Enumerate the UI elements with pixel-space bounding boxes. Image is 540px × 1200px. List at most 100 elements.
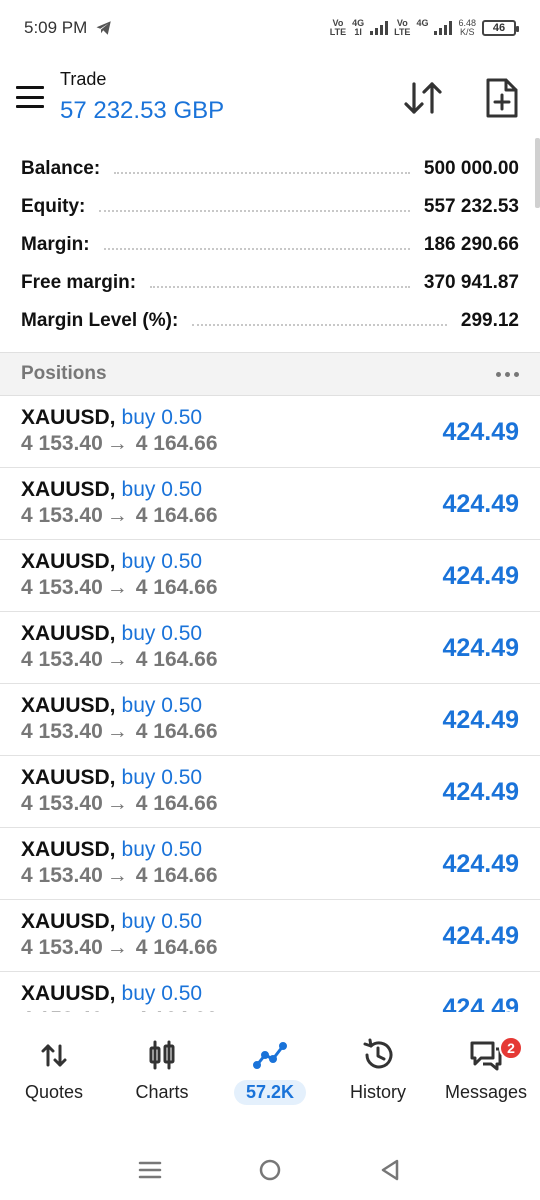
history-icon (363, 1038, 393, 1069)
nav-messages[interactable]: 2 Messages (432, 1030, 540, 1110)
position-side: buy 0.50 (121, 622, 203, 645)
position-row[interactable]: XAUUSD,buy 0.504 153.40→4 164.66424.49 (0, 828, 540, 900)
positions-title: Positions (21, 363, 107, 384)
network-speed: 6.48 K/S (458, 18, 476, 37)
summary-row-free-margin: Free margin: 370 941.87 (0, 264, 540, 302)
page-title: Trade (60, 69, 107, 89)
arrow-icon: → (106, 432, 128, 455)
position-row[interactable]: XAUUSD,buy 0.504 153.40→4 164.66424.49 (0, 612, 540, 684)
messages-icon (470, 1041, 502, 1071)
position-symbol: XAUUSD, buy 0.50 (21, 766, 202, 790)
menu-icon[interactable] (16, 86, 44, 108)
summary-row-margin: Margin: 186 290.66 (0, 226, 540, 264)
position-row[interactable]: XAUUSD,buy 0.504 153.40→4 164.66424.49 (0, 684, 540, 756)
open-price: 4 153.40 (21, 720, 103, 743)
current-price: 4 164.66 (135, 432, 218, 455)
position-profit: 424.49 (442, 562, 519, 590)
signal-2-icon (434, 21, 453, 35)
position-row[interactable]: XAUUSD,buy 0.504 153.40→4 164.66 424.49 (0, 540, 540, 612)
position-row[interactable]: XAUUSD,buy 0.504 153.40→4 164.66424.49 (0, 972, 540, 1012)
summary-value: 557 232.53 (415, 196, 519, 218)
account-profit: 57 232.53 GBP (60, 97, 225, 124)
current-price: 4 164.66 (135, 576, 218, 599)
open-price: 4 153.40 (21, 576, 103, 599)
status-time: 5:09 PM (24, 18, 88, 37)
scrollbar[interactable] (535, 138, 540, 208)
position-symbol: XAUUSD, buy 0.50 (21, 406, 202, 430)
position-row[interactable]: XAUUSD,buy 0.504 153.40→4 164.66424.49 (0, 468, 540, 540)
current-price: 4 164.66 (135, 936, 218, 959)
network-2-indicator: 4G (416, 18, 429, 28)
position-side: buy 0.50 (121, 838, 203, 861)
volte-2-indicator: Vo LTE (394, 18, 411, 37)
signal-1-icon (370, 21, 389, 35)
symbol-name: XAUUSD, (21, 838, 116, 861)
position-symbol: XAUUSD, buy 0.50 (21, 622, 202, 646)
current-price: 4 164.66 (135, 720, 218, 743)
position-profit: 424.49 (442, 994, 519, 1012)
unread-badge: 2 (499, 1036, 523, 1060)
charts-icon (149, 1040, 175, 1070)
position-prices: 4 153.40→ 4 164.66 (21, 648, 218, 672)
position-symbol: XAUUSD, buy 0.50 (21, 550, 202, 574)
nav-label: History (349, 1082, 406, 1102)
symbol-name: XAUUSD, (21, 406, 116, 429)
current-price: 4 164.66 (135, 504, 218, 527)
position-profit: 424.49 (442, 778, 519, 806)
symbol-name: XAUUSD, (21, 550, 116, 573)
summary-value: 500 000.00 (415, 158, 519, 180)
current-price: 4 164.66 (136, 1008, 218, 1012)
symbol-name: XAUUSD, (21, 910, 116, 933)
open-price: 4 153.40 (21, 504, 103, 527)
summary-label: Margin: (21, 234, 98, 256)
symbol-name: XAUUSD, (21, 622, 116, 645)
arrow-icon: → (107, 1008, 128, 1012)
recent-apps-icon[interactable] (135, 1155, 165, 1185)
more-options-icon[interactable] (496, 371, 519, 377)
arrow-icon: → (106, 720, 128, 743)
sort-icon[interactable] (402, 78, 444, 118)
nav-label: Messages (444, 1082, 528, 1102)
nav-label: Charts (135, 1082, 189, 1102)
position-prices: 4 153.40→ 4 164.66 (21, 792, 218, 816)
summary-label: Equity: (21, 196, 94, 218)
system-navigation (0, 1145, 540, 1195)
position-prices: 4 153.40→ 4 164.66 (21, 576, 218, 600)
home-icon[interactable] (255, 1155, 285, 1185)
summary-label: Balance: (21, 158, 109, 180)
position-row[interactable]: XAUUSD,buy 0.504 153.40→4 164.66424.49 (0, 900, 540, 972)
new-order-icon[interactable] (480, 76, 522, 120)
arrow-icon: → (106, 792, 128, 815)
open-price: 4 153.40 (21, 792, 103, 815)
summary-row-margin-level: Margin Level (%): 299.12 (0, 302, 540, 340)
nav-trade[interactable]: 57.2K (216, 1030, 324, 1110)
back-icon[interactable] (375, 1155, 405, 1185)
position-row[interactable]: XAUUSD,buy 0.504 153.40→4 164.66424.49 (0, 396, 540, 468)
summary-row-balance: Balance: 500 000.00 (0, 150, 540, 188)
arrow-icon: → (106, 648, 128, 671)
dotted-leader (192, 324, 447, 326)
status-bar: 5:09 PM Vo LTE 4G 1l Vo LTE 4G 6.48 K/S 46 (0, 0, 540, 56)
summary-value: 299.12 (452, 310, 519, 332)
position-row[interactable]: XAUUSD,buy 0.504 153.40→4 164.66 424.49 (0, 756, 540, 828)
position-profit: 424.49 (442, 490, 519, 518)
summary-value: 186 290.66 (415, 234, 519, 256)
position-profit: 424.49 (442, 706, 519, 734)
symbol-name: XAUUSD, (21, 982, 116, 1005)
summary-label: Free margin: (21, 272, 145, 294)
current-price: 4 164.66 (135, 648, 218, 671)
position-prices: 4 153.40→ 4 164.66 (21, 504, 218, 528)
symbol-name: XAUUSD, (21, 478, 116, 501)
account-summary: Balance: 500 000.00 Equity: 557 232.53 M… (0, 150, 540, 340)
nav-charts[interactable]: Charts (108, 1030, 216, 1110)
open-price: 4 153.40 (21, 936, 103, 959)
summary-label: Margin Level (%): (21, 310, 187, 332)
nav-history[interactable]: History (324, 1030, 432, 1110)
arrow-icon: → (106, 864, 128, 887)
dotted-leader (103, 248, 410, 250)
nav-quotes[interactable]: Quotes (0, 1030, 108, 1110)
dotted-leader (150, 286, 410, 288)
dotted-leader (99, 210, 410, 212)
position-side: buy 0.50 (121, 694, 203, 717)
battery-icon: 46 (482, 20, 519, 36)
